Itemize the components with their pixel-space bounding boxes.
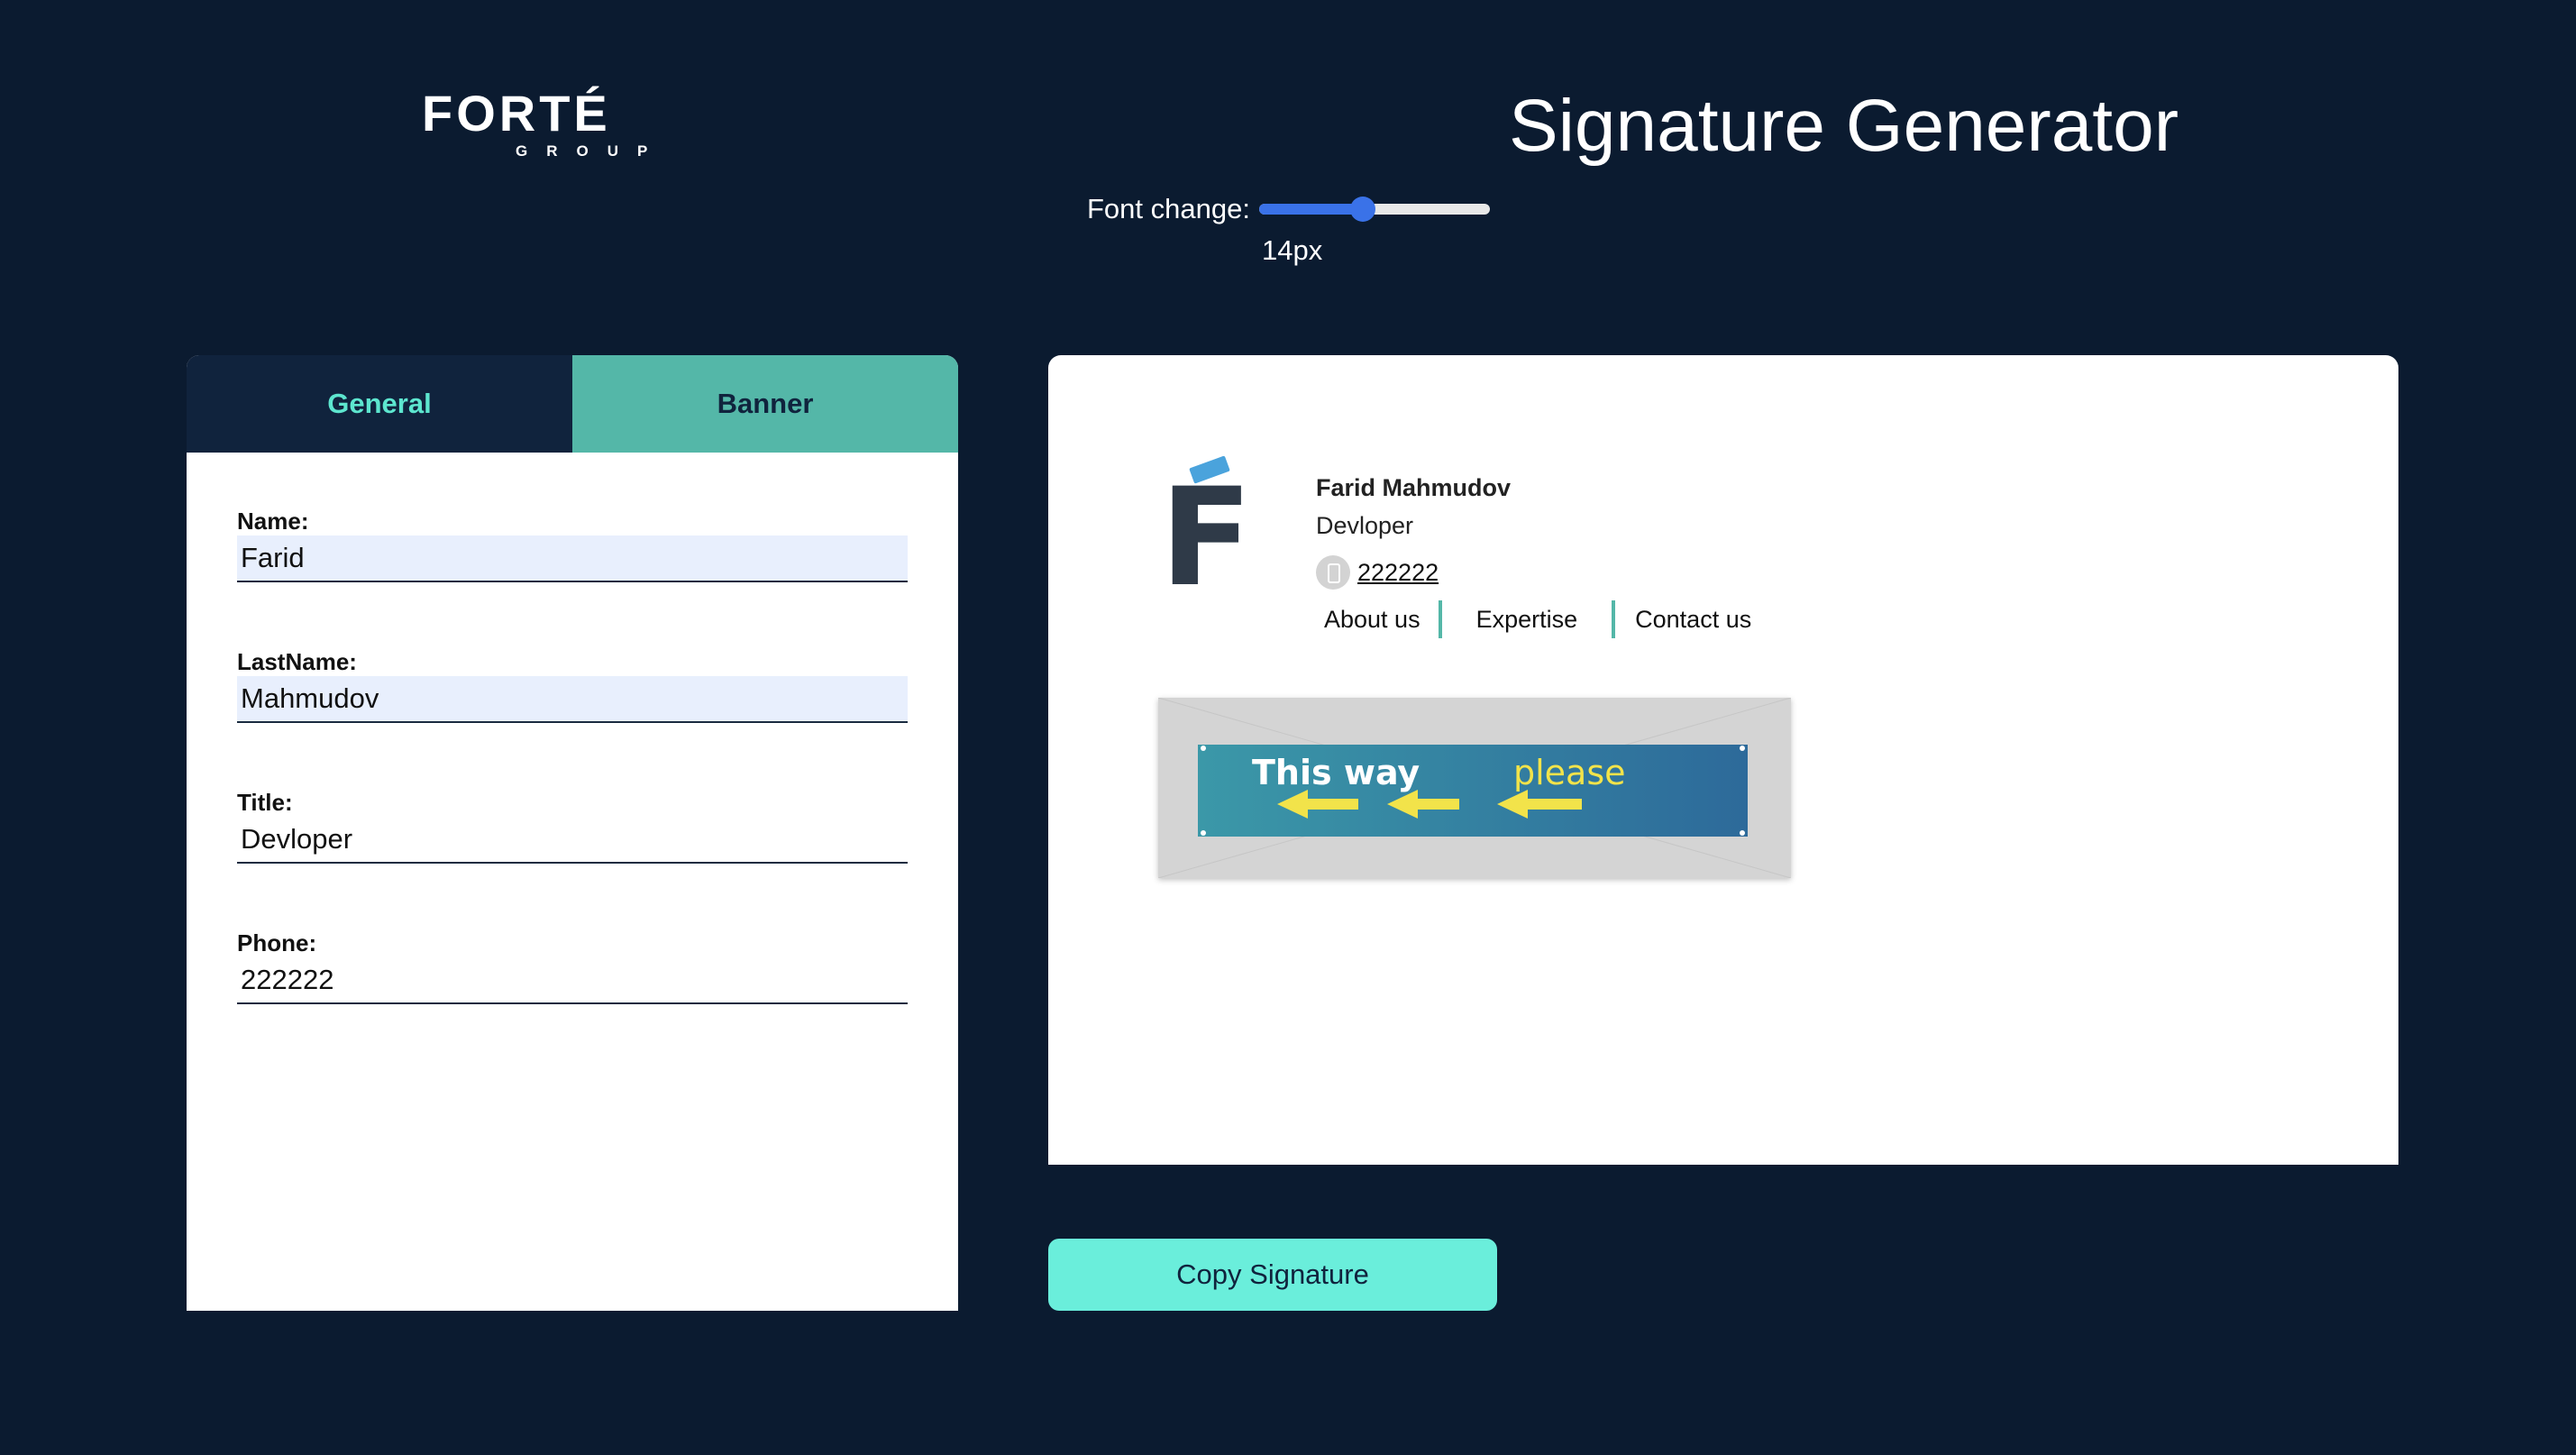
tab-general[interactable]: General [187, 355, 572, 453]
slider-fill [1258, 204, 1364, 215]
banner-image: This way please [1157, 697, 1792, 879]
tab-bar: General Banner [187, 355, 958, 453]
logo-f-letter: F [1160, 460, 1253, 617]
phone-icon [1316, 555, 1350, 590]
copy-signature-button[interactable]: Copy Signature [1048, 1239, 1497, 1311]
signature-title: Devloper [1316, 512, 1414, 539]
phone-field-group: Phone: [237, 929, 908, 1004]
name-field-group: Name: [237, 507, 908, 582]
signature-name: Farid Mahmudov [1316, 474, 1512, 501]
form-panel: General Banner Name: LastName: Title: Ph… [187, 355, 958, 1311]
banner-text-light: please [1513, 753, 1626, 792]
signature-phone-link[interactable]: 222222 [1357, 559, 1439, 587]
phone-label: Phone: [237, 929, 317, 956]
logo-wordmark: FORTÉ [422, 85, 611, 142]
contact-us-link[interactable]: Contact us [1615, 606, 1757, 634]
font-change-control: Font change: [1087, 191, 1490, 227]
name-field[interactable] [237, 535, 908, 582]
font-change-label: Font change: [1087, 193, 1250, 224]
signature-phone-row: 222222 [1316, 555, 1439, 590]
lastname-label: LastName: [237, 648, 357, 675]
font-size-value: 14px [1262, 234, 1323, 266]
title-field-group: Title: [237, 788, 908, 864]
title-field[interactable] [237, 817, 908, 864]
lastname-field[interactable] [237, 676, 908, 723]
logo-subtitle: GROUP [516, 142, 667, 160]
banner-graphic: This way please [1157, 697, 1792, 879]
signature-links: About us Expertise Contact us [1319, 600, 1757, 638]
slider-thumb[interactable] [1350, 197, 1376, 222]
name-label: Name: [237, 508, 309, 535]
signature-preview: F Farid Mahmudov Devloper 222222 About u… [1048, 355, 2398, 1165]
tab-banner[interactable]: Banner [572, 355, 958, 453]
lastname-field-group: LastName: [237, 647, 908, 723]
phone-field[interactable] [237, 957, 908, 1004]
title-label: Title: [237, 789, 293, 816]
page-title: Signature Generator [1509, 85, 2179, 167]
forte-f-logo: F [1160, 455, 1268, 617]
expertise-link[interactable]: Expertise [1442, 606, 1612, 634]
font-size-slider[interactable] [1258, 191, 1490, 227]
forte-group-logo: FORTÉ GROUP [422, 87, 656, 168]
banner-text-bold: This way [1252, 753, 1420, 792]
about-us-link[interactable]: About us [1319, 606, 1439, 634]
